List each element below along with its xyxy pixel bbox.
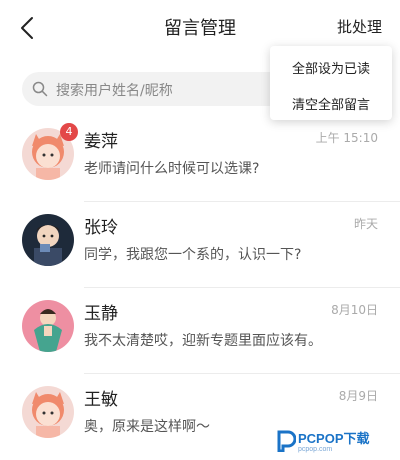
contact-name: 王敏	[84, 390, 118, 410]
unread-badge: 4	[60, 123, 78, 141]
message-preview: 奥，原来是这样啊～	[84, 419, 210, 435]
watermark-subtext: pcpop.com	[298, 446, 333, 453]
contact-name: 玉静	[84, 304, 118, 324]
watermark: PCPOP下载 pcpop.com	[276, 424, 396, 458]
batch-process-button[interactable]: 批处理	[337, 16, 382, 37]
avatar	[22, 300, 74, 352]
message-time: 8月10日	[331, 303, 378, 317]
list-item[interactable]: 4 姜萍 上午 15:10 老师请问什么时候可以选课?	[0, 116, 400, 202]
list-item[interactable]: 玉静 8月10日 我不太清楚哎，迎新专题里面应该有。	[0, 288, 400, 374]
batch-menu: 全部设为已读 清空全部留言	[270, 46, 392, 120]
message-preview: 老师请问什么时候可以选课?	[84, 161, 260, 177]
watermark-logo-icon	[276, 430, 297, 453]
mark-all-read-item[interactable]: 全部设为已读	[270, 58, 392, 77]
clear-all-messages-item[interactable]: 清空全部留言	[270, 94, 392, 113]
list-item[interactable]: 张玲 昨天 同学，我跟您一个系的，认识一下?	[0, 202, 400, 288]
search-icon	[32, 81, 48, 97]
message-preview: 同学，我跟您一个系的，认识一下?	[84, 247, 302, 263]
search-placeholder: 搜索用户姓名/昵称	[56, 83, 173, 99]
message-time: 昨天	[353, 217, 378, 231]
message-time: 8月9日	[338, 389, 378, 403]
avatar	[22, 386, 74, 438]
contact-name: 姜萍	[84, 132, 118, 152]
message-preview: 我不太清楚哎，迎新专题里面应该有。	[84, 333, 322, 349]
contact-name: 张玲	[84, 218, 118, 238]
watermark-text: PCPOP下载	[298, 431, 370, 446]
avatar	[22, 214, 74, 266]
message-time: 上午 15:10	[315, 131, 378, 145]
